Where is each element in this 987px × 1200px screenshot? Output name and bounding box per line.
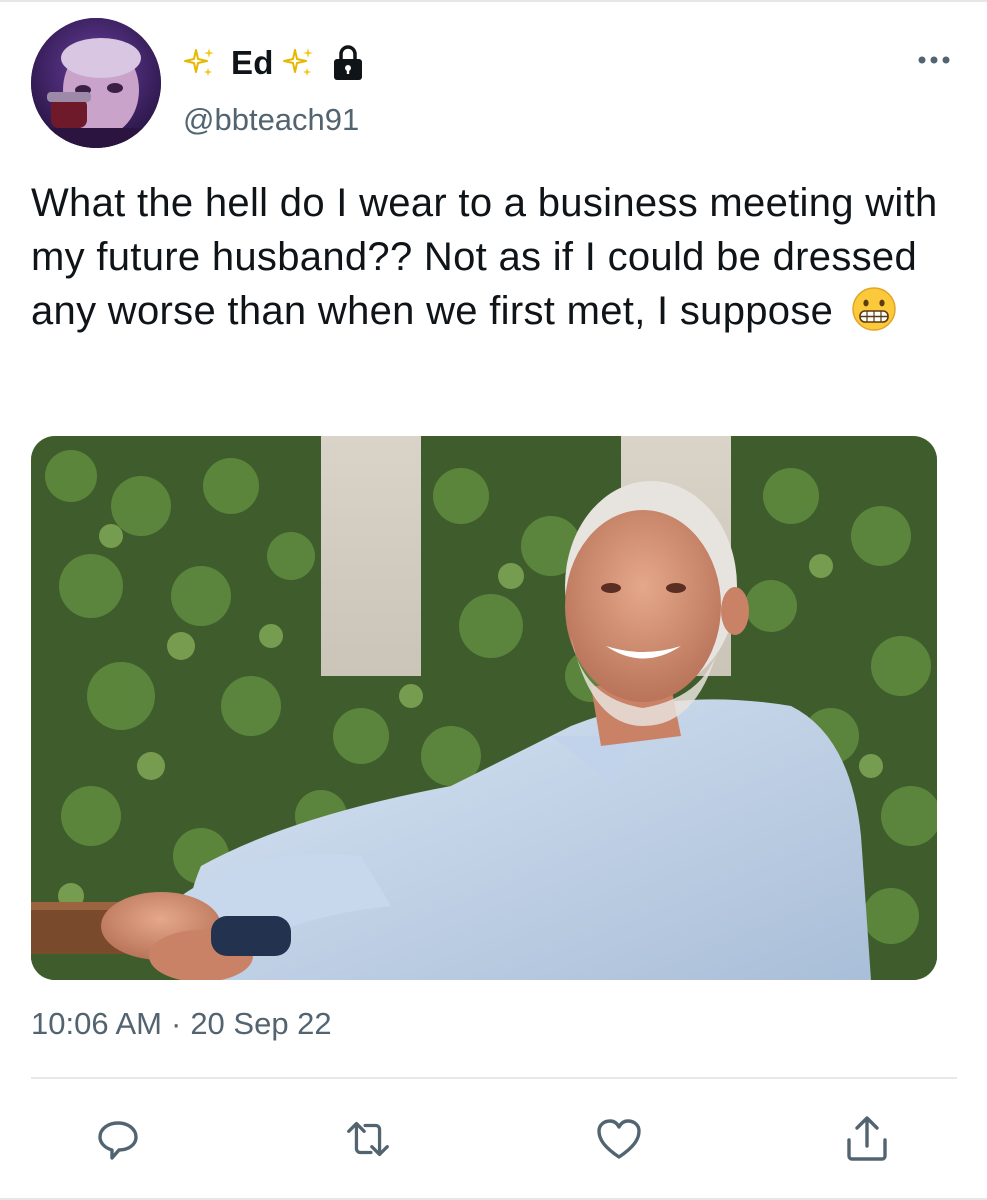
like-button[interactable]	[593, 1113, 645, 1165]
tweet-photo[interactable]	[31, 436, 937, 980]
author-handle[interactable]: @bbteach91	[183, 102, 359, 138]
grimacing-face-emoji	[851, 287, 896, 331]
author-display-name[interactable]: Ed	[231, 44, 274, 82]
top-border	[0, 0, 987, 2]
reply-icon	[98, 1121, 138, 1160]
timestamp-separator: ·	[170, 1006, 182, 1041]
actions-divider	[31, 1077, 957, 1079]
sparkles-icon	[282, 48, 313, 76]
photo-image	[31, 436, 937, 980]
lock-icon	[333, 45, 362, 80]
sparkles-icon	[184, 48, 214, 76]
author-name-row[interactable]: Ed	[183, 40, 366, 86]
avatar[interactable]	[31, 18, 161, 148]
tweet-time: 10:06 AM	[31, 1006, 162, 1041]
avatar-image	[31, 18, 161, 148]
tweet-body: What the hell do I wear to a business me…	[31, 181, 938, 333]
share-icon	[847, 1116, 887, 1161]
tweet-date: 20 Sep 22	[190, 1006, 332, 1041]
reply-button[interactable]	[92, 1113, 144, 1165]
more-options-icon[interactable]	[914, 50, 954, 70]
retweet-button[interactable]	[342, 1113, 394, 1165]
heart-icon	[597, 1119, 641, 1159]
retweet-icon	[347, 1121, 389, 1157]
tweet-timestamp[interactable]: 10:06 AM · 20 Sep 22	[31, 1006, 332, 1042]
share-button[interactable]	[841, 1113, 893, 1165]
tweet-text: What the hell do I wear to a business me…	[31, 176, 951, 338]
